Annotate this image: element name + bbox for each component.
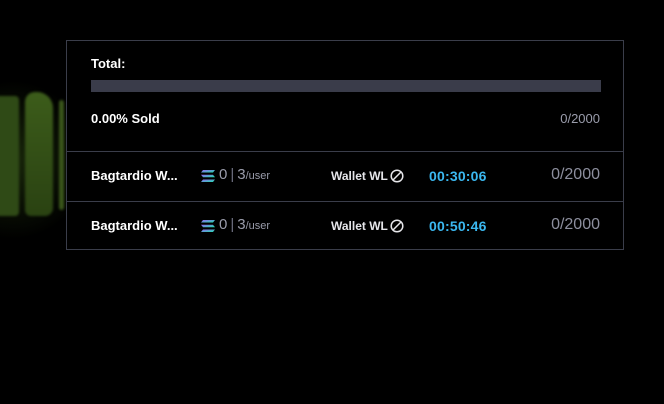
- wallet-wl-label: Wallet WL: [331, 219, 388, 233]
- total-section: Total: 0.00% Sold 0/2000: [67, 41, 623, 152]
- total-label: Total:: [91, 56, 126, 71]
- total-sold-count: 0/2000: [560, 111, 600, 126]
- per-user-limit: 3: [237, 166, 246, 183]
- mint-limit: 0 | 3/user: [219, 216, 271, 233]
- mint-phases-panel: Total: 0.00% Sold 0/2000 Bagtardio W...: [66, 40, 624, 250]
- ban-icon: [390, 169, 404, 183]
- phase-name: Bagtardio W...: [91, 218, 178, 233]
- sold-percentage: 0.00% Sold: [91, 111, 160, 126]
- minted-count: 0: [219, 166, 228, 183]
- solana-icon: [201, 170, 215, 182]
- solana-icon: [201, 220, 215, 232]
- limit-unit: /user: [245, 170, 271, 182]
- countdown-timer: 00:50:46: [429, 218, 487, 234]
- phase-sold-count: 0/2000: [551, 166, 600, 183]
- limit-unit: /user: [245, 220, 271, 232]
- mint-page: Total: 0.00% Sold 0/2000 Bagtardio W...: [0, 0, 664, 404]
- ban-icon: [390, 219, 404, 233]
- wallet-wl-label: Wallet WL: [331, 169, 388, 183]
- per-user-limit: 3: [237, 216, 246, 233]
- phase-row[interactable]: Bagtardio W... 0 | 3/user Wallet WL: [67, 201, 623, 250]
- background-art: [0, 92, 64, 220]
- countdown-timer: 00:30:06: [429, 168, 487, 184]
- phase-name: Bagtardio W...: [91, 168, 178, 183]
- total-progress-bar: [91, 80, 601, 92]
- mint-limit: 0 | 3/user: [219, 166, 271, 183]
- phase-sold-count: 0/2000: [551, 216, 600, 233]
- phase-row[interactable]: Bagtardio W... 0 | 3/user Wallet WL: [67, 152, 623, 201]
- minted-count: 0: [219, 216, 228, 233]
